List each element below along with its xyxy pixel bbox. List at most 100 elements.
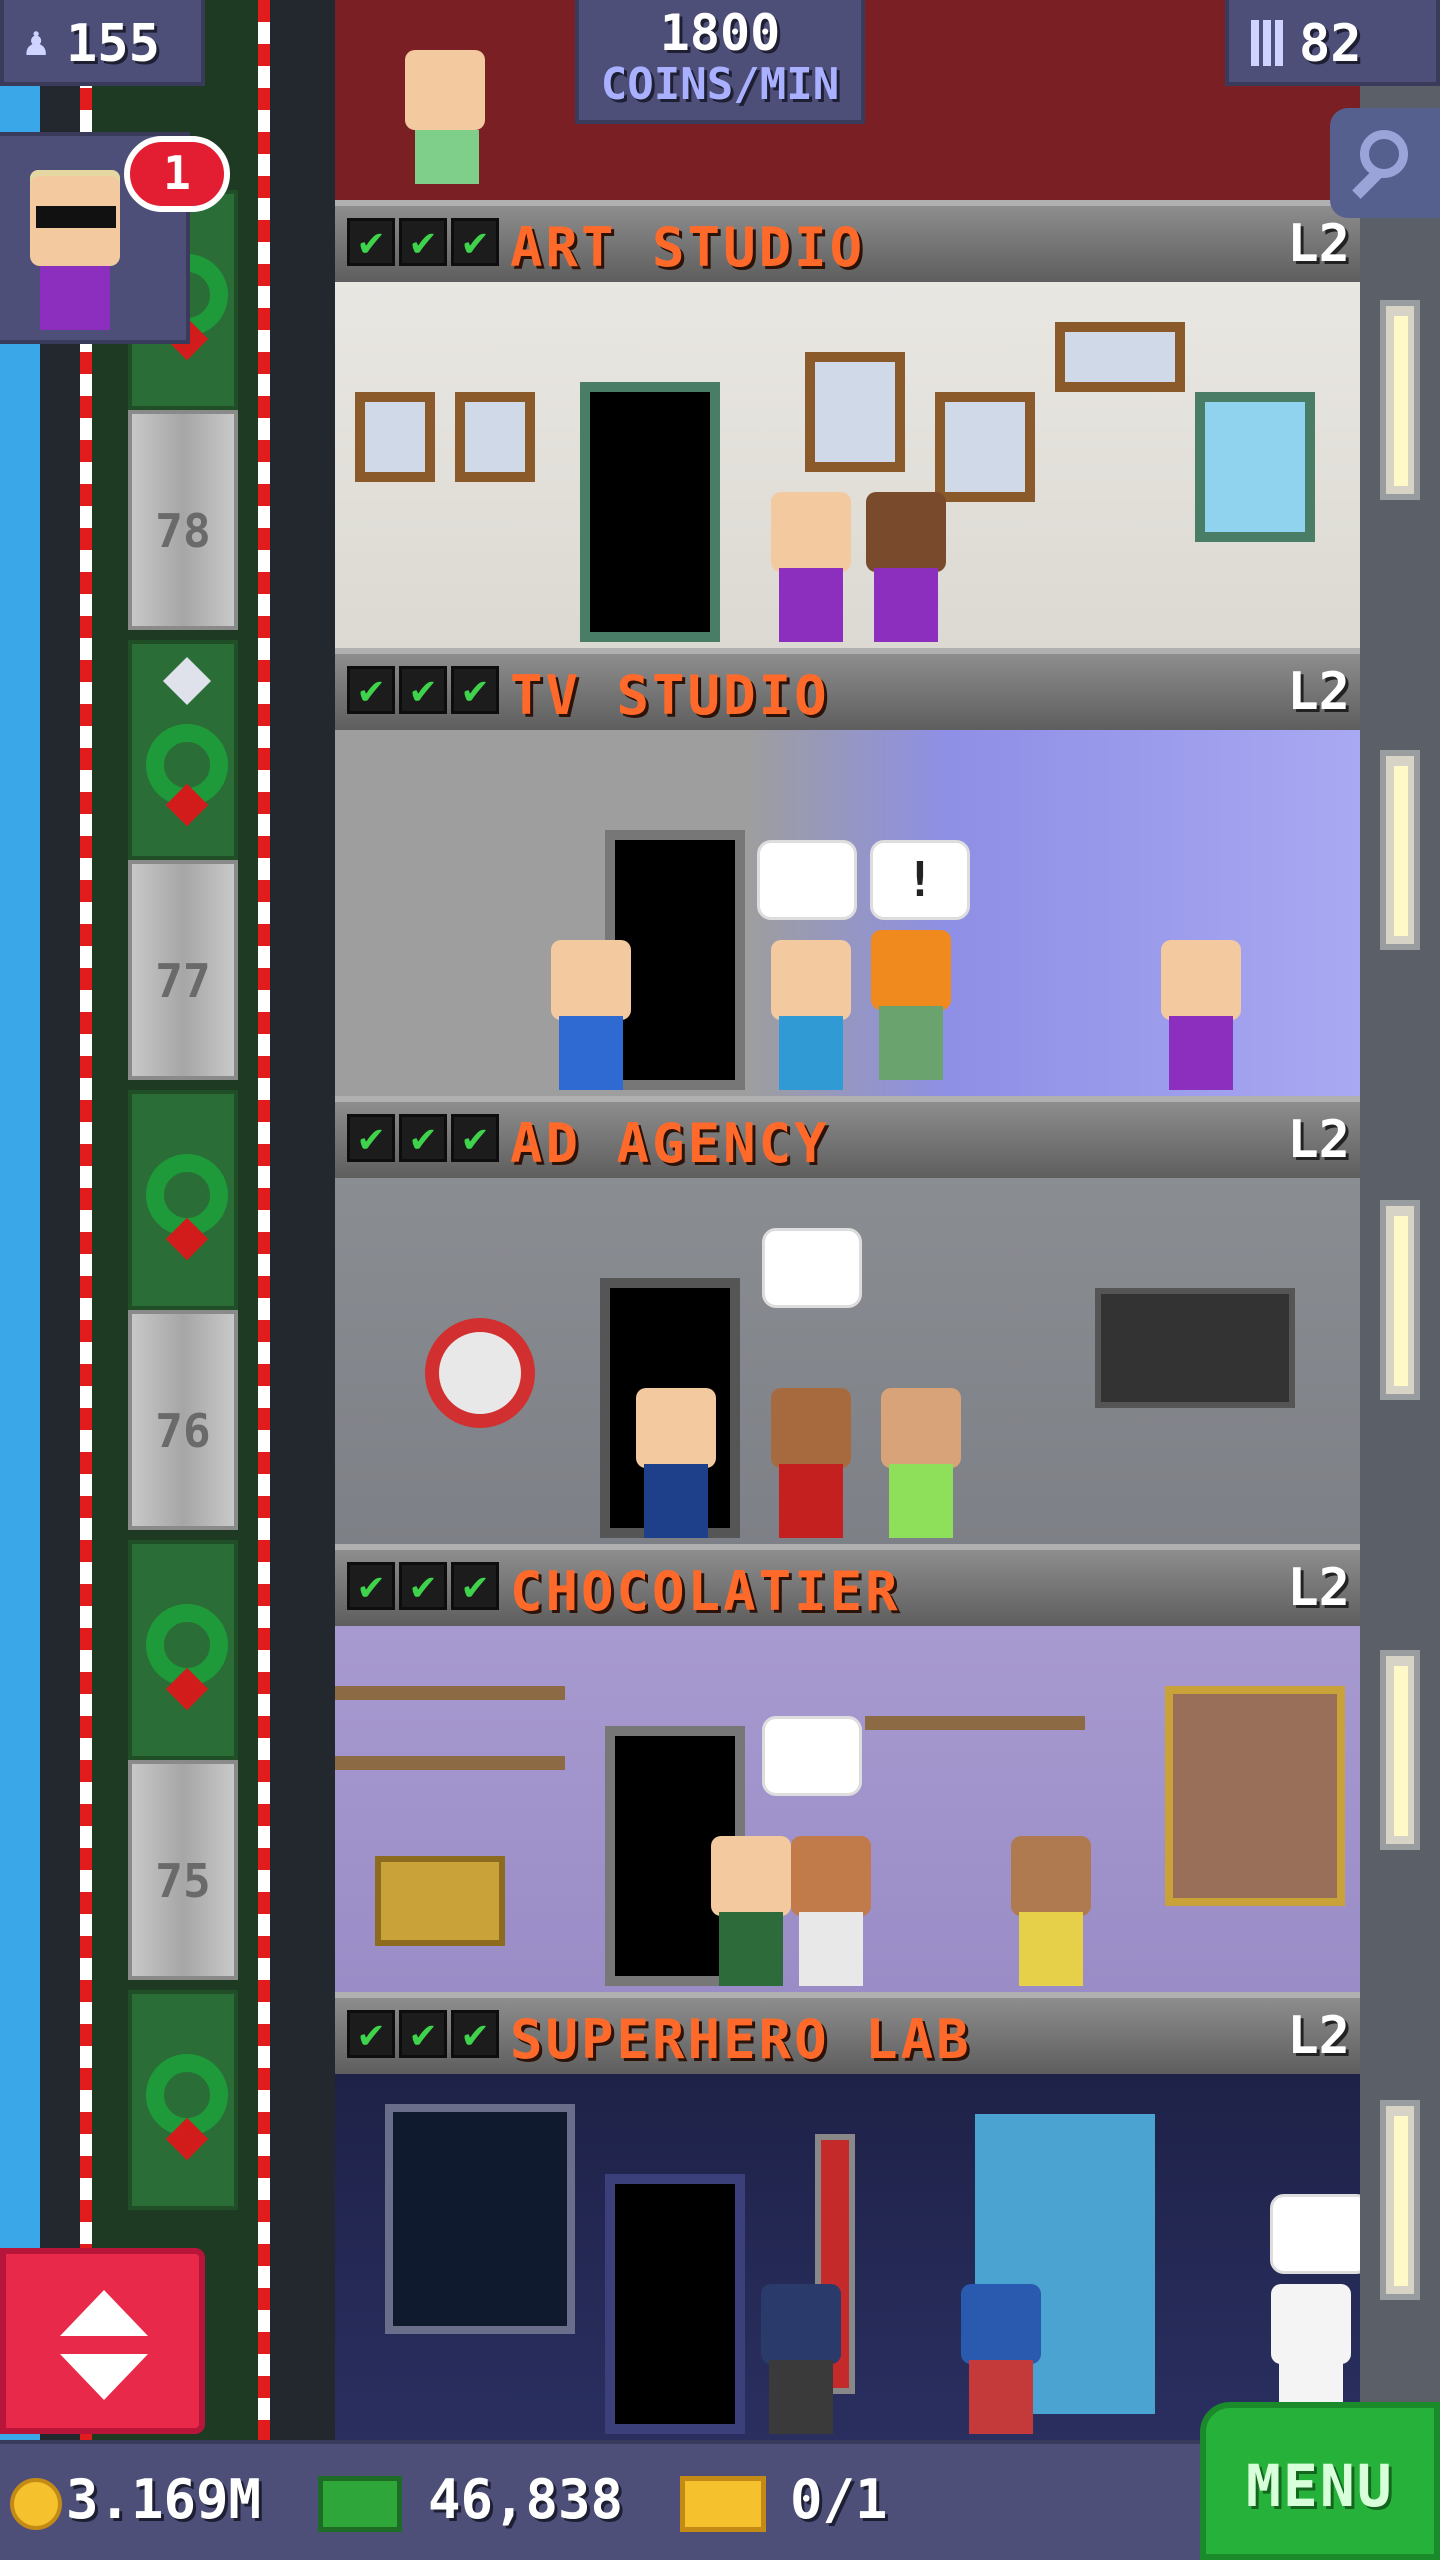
item-bubble[interactable] [762,1228,862,1308]
chocolate-shelf [335,1756,565,1770]
floor-banner: ✔ ✔ ✔ CHOCOLATIER L2 [335,1544,1360,1626]
chocolate-shelf [335,1686,565,1700]
alert-bubble[interactable]: ! [870,840,970,920]
bitizen[interactable] [875,1388,967,1538]
population-counter[interactable]: ♟ 155 [0,0,205,86]
room-interior[interactable] [335,1626,1360,1992]
check-icon: ✔ [347,666,395,714]
floor-level: L2 [1287,1110,1350,1170]
floor-stock-checks: ✔ ✔ ✔ [347,666,499,714]
hologram-screen [385,2104,575,2334]
coins-per-min-panel: 1800 COINS/MIN [575,0,865,124]
bitizen[interactable] [785,1836,877,1986]
ticket-icon [680,2476,766,2532]
wreath-star-decoration [128,640,238,860]
magnifier-icon [1360,130,1408,178]
check-icon: ✔ [399,666,447,714]
room-interior[interactable]: ! [335,730,1360,1096]
shaft-rail-right [258,0,270,2440]
check-icon: ✔ [399,2010,447,2058]
bitizen[interactable] [545,940,637,1090]
check-icon: ✔ [451,1562,499,1610]
painting [455,392,535,482]
chocolate-shelf [865,1716,1085,1730]
elevator-floor-marker: 76 [128,1310,238,1530]
bitizen[interactable] [765,492,857,642]
bux-icon [318,2476,402,2532]
bitizen-head [405,50,485,130]
bitizen-captain[interactable] [955,2284,1047,2434]
person-icon: ♟ [24,19,49,65]
floor-banner: ✔ ✔ ✔ SUPERHERO LAB L2 [335,1992,1360,2074]
wreath-decoration [128,1090,238,1310]
room-interior[interactable] [335,282,1360,648]
floor-superhero-lab[interactable]: ✔ ✔ ✔ SUPERHERO LAB L2 [335,1992,1360,2440]
painting [805,352,905,472]
wreath-decoration [128,1990,238,2210]
room-interior[interactable] [335,2074,1360,2440]
bitizen[interactable] [1005,1836,1097,1986]
elevator-floor-marker: 77 [128,860,238,1080]
shaft-rail-left [80,0,92,2440]
chocolate-tank [1165,1686,1345,1906]
floor-level: L2 [1287,214,1350,274]
floor-chocolatier[interactable]: ✔ ✔ ✔ CHOCOLATIER L2 [335,1544,1360,1992]
menu-label: MENU [1246,2452,1394,2520]
elevator-floor-marker: 78 [128,410,238,630]
bitizen-pumpkin[interactable] [865,930,957,1080]
floor-name: SUPERHERO LAB [510,2008,972,2071]
floor-stock-checks: ✔ ✔ ✔ [347,218,499,266]
bitizen[interactable] [705,1836,797,1986]
floor-name: CHOCOLATIER [510,1560,901,1623]
zoom-button[interactable] [1330,108,1440,218]
bitizen[interactable] [860,492,952,642]
visitor-shirt [40,266,110,330]
check-icon: ✔ [347,1562,395,1610]
tower-right-edge [1360,0,1440,2440]
item-bubble[interactable] [762,1716,862,1796]
bitizen-santa[interactable] [765,1388,857,1538]
check-icon: ✔ [347,1114,395,1162]
coins-per-min-value: 1800 [659,4,781,62]
bitizen-body [415,130,479,184]
wall-screen [1095,1288,1295,1408]
coin-icon [10,2478,62,2530]
elevator-down-arrow-icon [60,2354,148,2400]
floor-tv-studio[interactable]: ✔ ✔ ✔ TV STUDIO L2 ! [335,648,1360,1096]
check-icon: ✔ [451,666,499,714]
bitizen[interactable] [1155,940,1247,1090]
coins-per-min-label: COINS/MIN [600,59,840,110]
floor-stock-checks: ✔ ✔ ✔ [347,1114,499,1162]
elevator-button[interactable] [0,2248,205,2434]
building-icon [1251,20,1287,66]
floor-banner: ✔ ✔ ✔ TV STUDIO L2 [335,648,1360,730]
floor-name: ART STUDIO [510,216,866,279]
floor-art-studio[interactable]: ✔ ✔ ✔ ART STUDIO L2 [335,200,1360,648]
check-icon: ✔ [347,218,395,266]
tower-bux-value[interactable]: 46,838 [428,2468,623,2531]
bitizen[interactable] [630,1388,722,1538]
item-bubble[interactable] [757,840,857,920]
bitizen[interactable] [765,940,857,1090]
floor-number: 76 [155,1404,211,1458]
window [1195,392,1315,542]
visitor-button[interactable]: 1 [0,132,230,344]
floor-counter[interactable]: 82 [1225,0,1440,86]
elevator-shaft[interactable]: 78 77 76 75 [80,0,270,2440]
check-icon: ✔ [451,218,499,266]
coins-value[interactable]: 3.169M [66,2468,261,2531]
floor-level: L2 [1287,662,1350,722]
bitizen-batman[interactable] [755,2284,847,2434]
floor-name: AD AGENCY [510,1112,830,1175]
floor-banner: ✔ ✔ ✔ AD AGENCY L2 [335,1096,1360,1178]
floor-name: TV STUDIO [510,664,830,727]
floor-count-value: 82 [1299,14,1362,74]
tickets-value[interactable]: 0/1 [790,2468,888,2531]
floor-ad-agency[interactable]: ✔ ✔ ✔ AD AGENCY L2 [335,1096,1360,1544]
menu-button[interactable]: MENU [1200,2402,1440,2560]
elevator-floor-marker: 75 [128,1760,238,1980]
item-bubble[interactable] [1270,2194,1360,2274]
room-door [605,2174,745,2434]
sky-background [0,0,40,2560]
room-interior[interactable] [335,1178,1360,1544]
